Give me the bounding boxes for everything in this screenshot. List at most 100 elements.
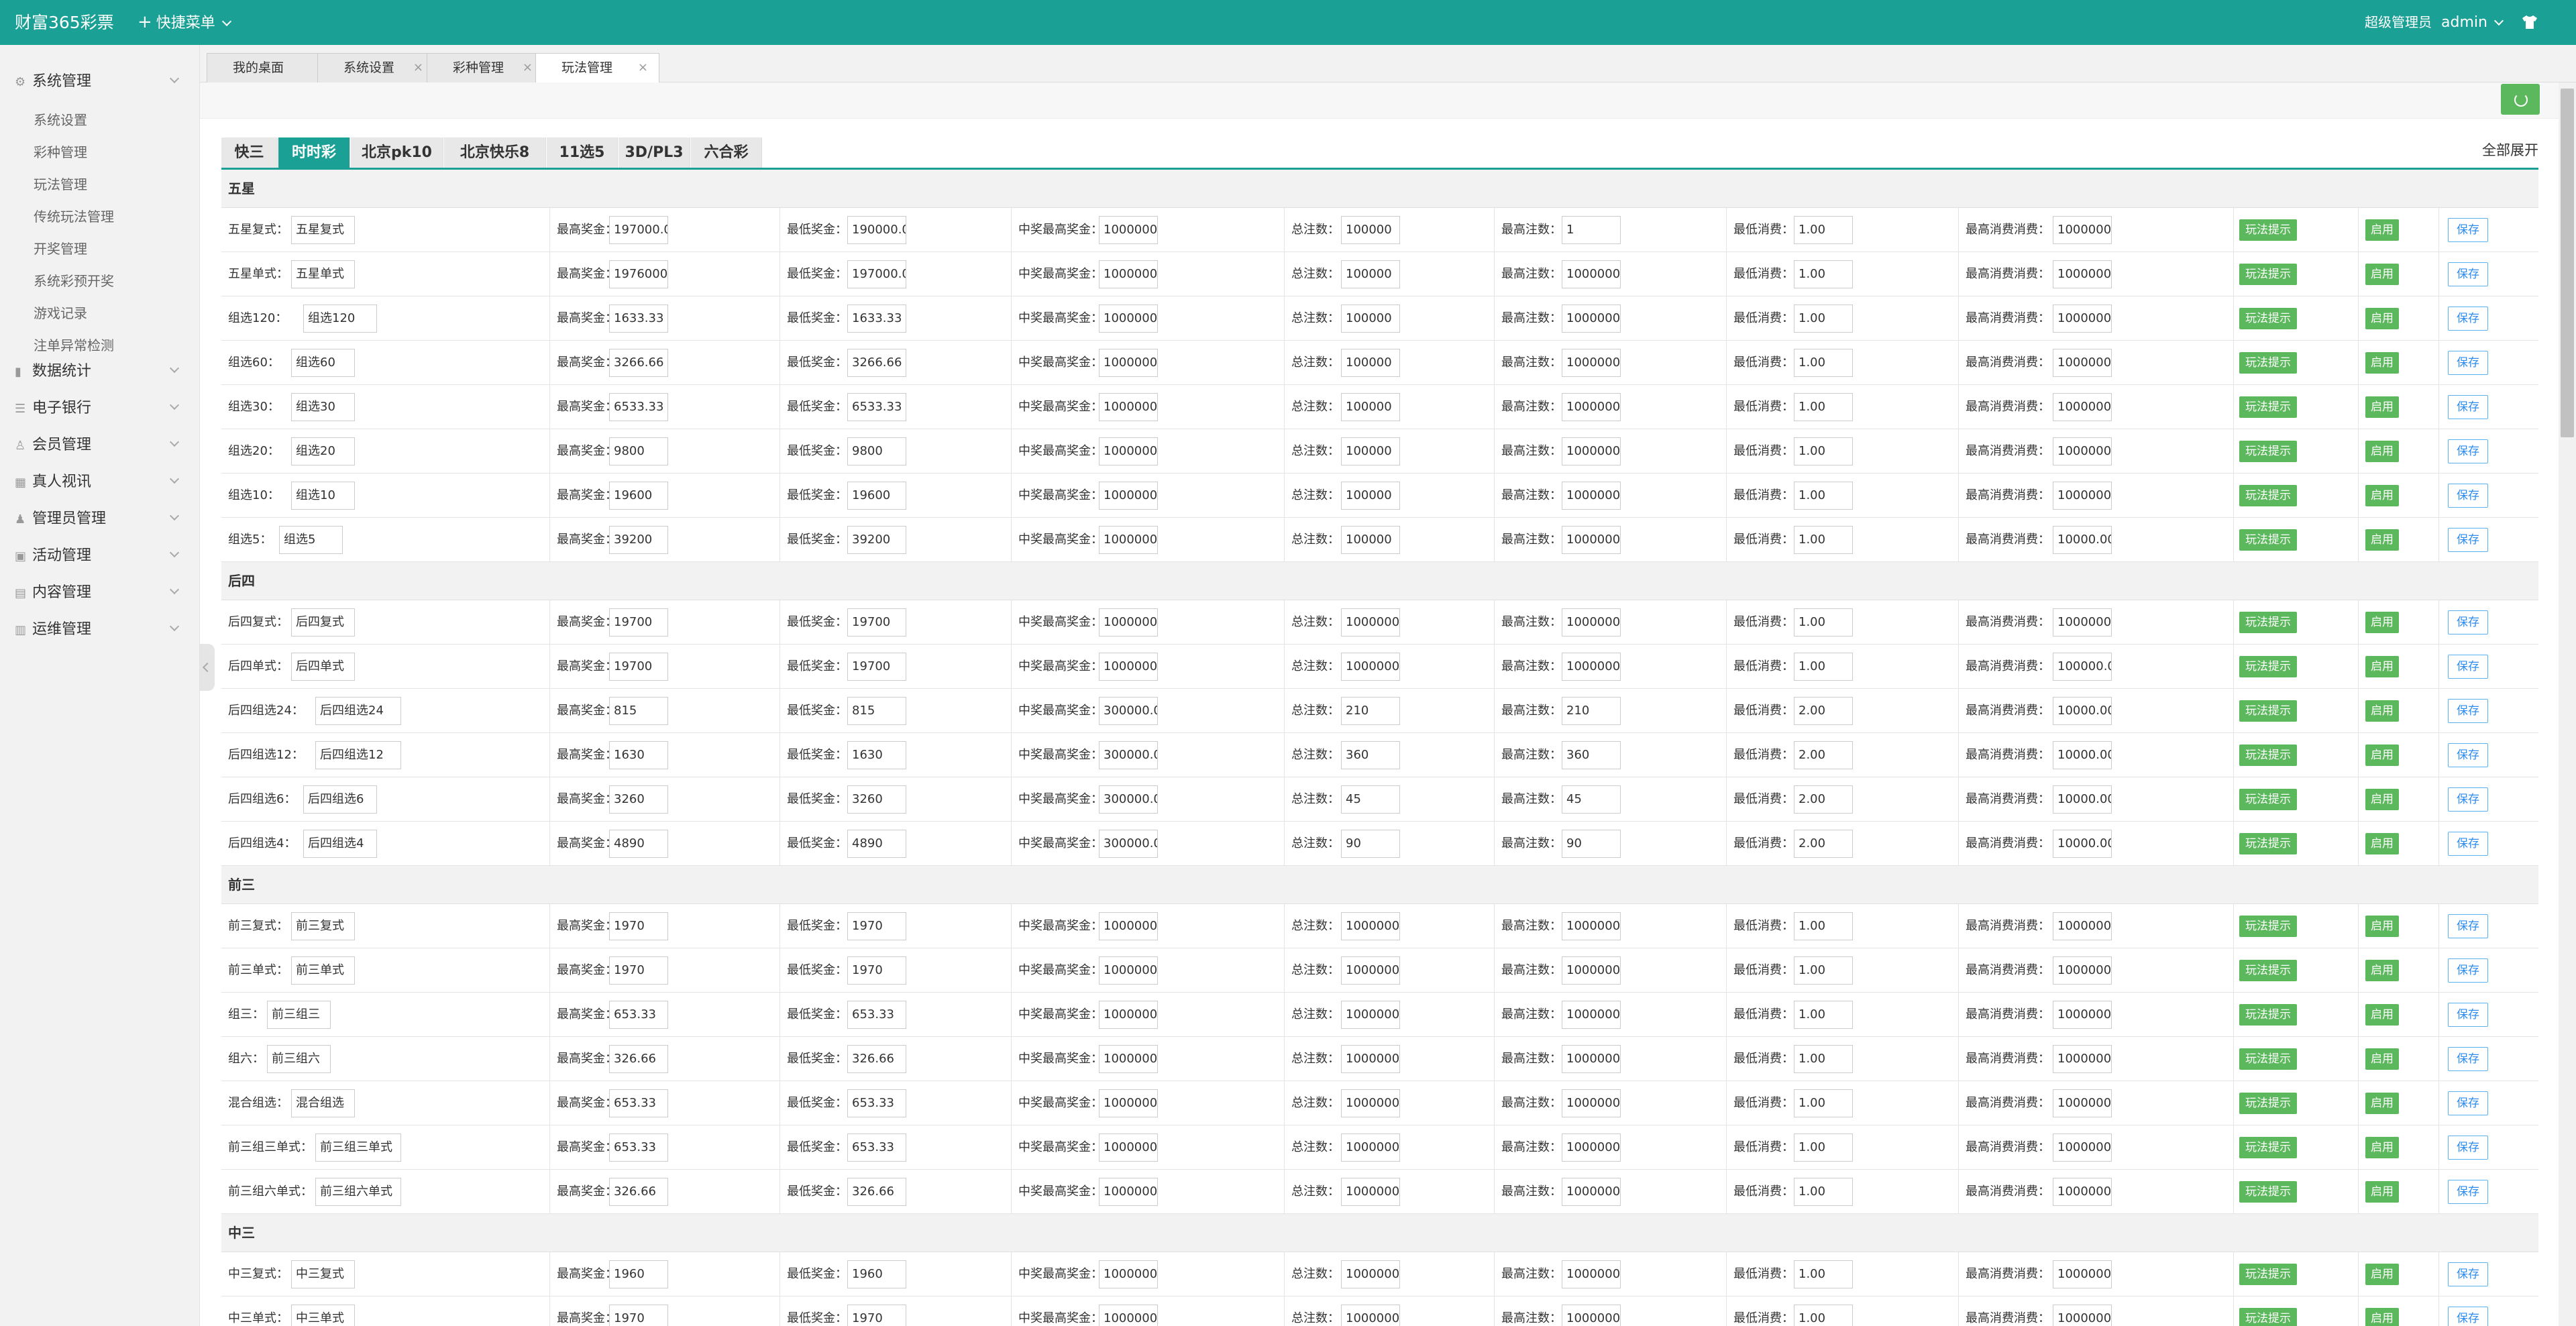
- enable-button[interactable]: 启用: [2365, 529, 2399, 551]
- max_cost-input[interactable]: 1000000.: [2053, 393, 2112, 421]
- total-input[interactable]: 90: [1341, 830, 1400, 858]
- enable-button[interactable]: 启用: [2365, 960, 2399, 981]
- enable-button[interactable]: 启用: [2365, 1181, 2399, 1203]
- play-tip-button[interactable]: 玩法提示: [2239, 612, 2297, 633]
- play-tip-button[interactable]: 玩法提示: [2239, 441, 2297, 462]
- win_max-input[interactable]: 1000000.: [1099, 1178, 1158, 1206]
- page-tab[interactable]: 我的桌面: [207, 53, 324, 82]
- play-name-input[interactable]: 中三复式: [291, 1260, 355, 1288]
- play-tip-button[interactable]: 玩法提示: [2239, 960, 2297, 981]
- sidebar-item[interactable]: 系统设置: [34, 104, 87, 136]
- max_cost-input[interactable]: 1000000.: [2053, 1134, 2112, 1162]
- max_cost-input[interactable]: 1000000.: [2053, 1305, 2112, 1326]
- win_max-input[interactable]: 1000000.: [1099, 1045, 1158, 1073]
- max_cost-input[interactable]: 1000000.: [2053, 260, 2112, 288]
- max_prize-input[interactable]: 1970: [609, 956, 668, 985]
- play-tip-button[interactable]: 玩法提示: [2239, 1264, 2297, 1285]
- save-button[interactable]: 保存: [2448, 307, 2488, 331]
- save-button[interactable]: 保存: [2448, 262, 2488, 286]
- close-icon[interactable]: ×: [638, 54, 648, 82]
- play-tip-button[interactable]: 玩法提示: [2239, 352, 2297, 374]
- play-tip-button[interactable]: 玩法提示: [2239, 219, 2297, 241]
- save-button[interactable]: 保存: [2448, 832, 2488, 856]
- max_prize-input[interactable]: 1976000: [609, 260, 668, 288]
- min_cost-input[interactable]: 1.00: [1794, 1134, 1853, 1162]
- total-input[interactable]: 1000000: [1341, 1134, 1400, 1162]
- min_cost-input[interactable]: 1.00: [1794, 1045, 1853, 1073]
- save-button[interactable]: 保存: [2448, 1307, 2488, 1326]
- play-tip-button[interactable]: 玩法提示: [2239, 1181, 2297, 1203]
- save-button[interactable]: 保存: [2448, 528, 2488, 552]
- total-input[interactable]: 100000: [1341, 349, 1400, 377]
- win_max-input[interactable]: 1000000.: [1099, 216, 1158, 244]
- max_cost-input[interactable]: 1000000.: [2053, 1045, 2112, 1073]
- total-input[interactable]: 1000000: [1341, 1178, 1400, 1206]
- min_prize-input[interactable]: 1970: [847, 912, 906, 940]
- min_prize-input[interactable]: 3260: [847, 785, 906, 814]
- admin-menu[interactable]: 超级管理员 admin: [2365, 0, 2504, 45]
- sidebar-item[interactable]: 玩法管理: [34, 168, 87, 201]
- win_max-input[interactable]: 300000.0: [1099, 741, 1158, 769]
- min_prize-input[interactable]: 326.66: [847, 1045, 906, 1073]
- max_prize-input[interactable]: 19700: [609, 608, 668, 637]
- enable-button[interactable]: 启用: [2365, 789, 2399, 810]
- total-input[interactable]: 100000: [1341, 393, 1400, 421]
- win_max-input[interactable]: 1000000.: [1099, 1305, 1158, 1326]
- enable-button[interactable]: 启用: [2365, 612, 2399, 633]
- save-button[interactable]: 保存: [2448, 655, 2488, 679]
- max_cost-input[interactable]: 1000000.: [2053, 1001, 2112, 1029]
- min_prize-input[interactable]: 1960: [847, 1260, 906, 1288]
- sidebar-item[interactable]: 开奖管理: [34, 233, 87, 265]
- save-button[interactable]: 保存: [2448, 1136, 2488, 1160]
- win_max-input[interactable]: 1000000.: [1099, 526, 1158, 554]
- save-button[interactable]: 保存: [2448, 1262, 2488, 1286]
- play-tip-button[interactable]: 玩法提示: [2239, 485, 2297, 506]
- min_cost-input[interactable]: 2.00: [1794, 830, 1853, 858]
- min_prize-input[interactable]: 190000.0: [847, 216, 906, 244]
- sidebar-group-7[interactable]: ▤ 内容管理: [0, 578, 200, 608]
- play-tip-button[interactable]: 玩法提示: [2239, 789, 2297, 810]
- play-tip-button[interactable]: 玩法提示: [2239, 529, 2297, 551]
- max_prize-input[interactable]: 3266.66: [609, 349, 668, 377]
- min_cost-input[interactable]: 2.00: [1794, 785, 1853, 814]
- enable-button[interactable]: 启用: [2365, 1308, 2399, 1326]
- enable-button[interactable]: 启用: [2365, 396, 2399, 418]
- play-name-input[interactable]: 后四组选12: [315, 741, 401, 769]
- max_prize-input[interactable]: 19700: [609, 653, 668, 681]
- save-button[interactable]: 保存: [2448, 351, 2488, 375]
- max_bets-input[interactable]: 1000000: [1562, 1134, 1621, 1162]
- max_cost-input[interactable]: 1000000.: [2053, 1260, 2112, 1288]
- save-button[interactable]: 保存: [2448, 914, 2488, 938]
- play-name-input[interactable]: 五星复式: [291, 216, 355, 244]
- min_prize-input[interactable]: 19700: [847, 608, 906, 637]
- play-name-input[interactable]: 前三组三单式: [315, 1134, 401, 1162]
- max_cost-input[interactable]: 100000.0: [2053, 653, 2112, 681]
- min_prize-input[interactable]: 1633.33: [847, 305, 906, 333]
- enable-button[interactable]: 启用: [2365, 1048, 2399, 1070]
- max_bets-input[interactable]: 1000000: [1562, 305, 1621, 333]
- save-button[interactable]: 保存: [2448, 439, 2488, 463]
- max_prize-input[interactable]: 197000.0: [609, 216, 668, 244]
- sidebar-collapse-handle[interactable]: [200, 644, 215, 691]
- save-button[interactable]: 保存: [2448, 395, 2488, 419]
- min_prize-input[interactable]: 197000.0: [847, 260, 906, 288]
- play-name-input[interactable]: 后四组选4: [303, 830, 377, 858]
- max_bets-input[interactable]: 1000000: [1562, 437, 1621, 465]
- max_bets-input[interactable]: 1000000: [1562, 349, 1621, 377]
- win_max-input[interactable]: 1000000.: [1099, 349, 1158, 377]
- win_max-input[interactable]: 1000000.: [1099, 482, 1158, 510]
- save-button[interactable]: 保存: [2448, 218, 2488, 242]
- win_max-input[interactable]: 1000000.: [1099, 305, 1158, 333]
- min_prize-input[interactable]: 653.33: [847, 1089, 906, 1117]
- page-tab[interactable]: 彩种管理 ×: [427, 53, 544, 82]
- win_max-input[interactable]: 300000.0: [1099, 785, 1158, 814]
- total-input[interactable]: 1000000: [1341, 653, 1400, 681]
- max_cost-input[interactable]: 1000000.: [2053, 349, 2112, 377]
- max_bets-input[interactable]: 45: [1562, 785, 1621, 814]
- total-input[interactable]: 1000000: [1341, 912, 1400, 940]
- win_max-input[interactable]: 1000000.: [1099, 437, 1158, 465]
- max_cost-input[interactable]: 1000000.: [2053, 956, 2112, 985]
- min_cost-input[interactable]: 2.00: [1794, 697, 1853, 725]
- play-name-input[interactable]: 组选5: [279, 526, 343, 554]
- min_prize-input[interactable]: 3266.66: [847, 349, 906, 377]
